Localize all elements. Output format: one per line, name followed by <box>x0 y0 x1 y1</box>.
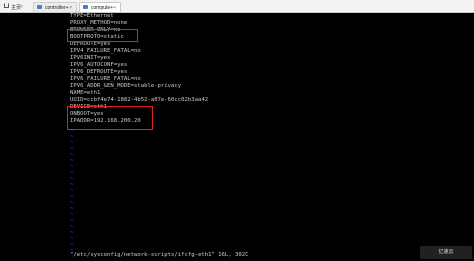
config-line-ipv6-failure-fatal: IPV6_FAILURE_FATAL=no <box>70 76 141 82</box>
config-line-ipv6-addr-gen-mode: IPV6_ADDR_GEN_MODE=stable-privacy <box>70 83 182 89</box>
vim-status-line: "/etc/sysconfig/network-scripts/ifcfg-et… <box>70 252 249 258</box>
config-line-ipv6-defroute: IPV6_DEFROUTE=yes <box>70 69 128 75</box>
terminal-window[interactable]: TYPE=Ethernet PROXY_METHOD=none BROWSER_… <box>0 13 474 261</box>
highlight-box-onboot-ipaddr <box>67 106 153 130</box>
config-line-defroute: DEFROUTE=yes <box>70 41 111 47</box>
config-line-name: NAME=eth1 <box>70 90 101 96</box>
tab-controller[interactable]: controller+ × <box>33 2 77 12</box>
home-icon[interactable] <box>4 3 9 8</box>
terminal-icon <box>37 5 42 9</box>
home-tab-close-icon[interactable]: × <box>20 4 23 10</box>
close-icon[interactable]: × <box>113 4 116 12</box>
tab-compute[interactable]: compute+ × <box>79 2 121 12</box>
close-icon[interactable]: × <box>69 4 72 12</box>
config-line-proxy-method: PROXY_METHOD=none <box>70 20 128 26</box>
config-line-ipv6-autoconf: IPV6_AUTOCONF=yes <box>70 62 128 68</box>
config-line-ipv6init: IPV6INIT=yes <box>70 55 111 61</box>
config-line-ipv4-failure-fatal: IPV4_FAILURE_FATAL=no <box>70 48 141 54</box>
watermark-logo: 亿速云 <box>420 246 472 259</box>
terminal-icon <box>83 5 88 9</box>
config-line-type: TYPE=Ethernet <box>70 13 114 19</box>
highlight-box-bootproto <box>67 29 138 42</box>
config-line-uuid: UUID=ccbf4e74-1882-4b52-a07e-60cc02b3aa4… <box>70 97 209 103</box>
tab-bar: 主页 × controller+ × compute+ × <box>0 0 474 13</box>
tab-label: controller+ <box>45 5 69 11</box>
tab-label: compute+ <box>91 5 114 11</box>
